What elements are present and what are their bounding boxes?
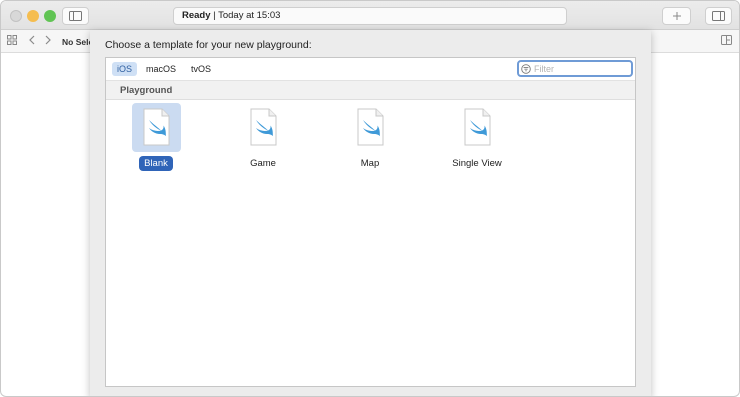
editor-options-icon[interactable] <box>721 35 732 45</box>
template-label: Blank <box>139 156 173 171</box>
template-single-view[interactable]: Single View <box>437 103 517 178</box>
sheet-title: Choose a template for your new playgroun… <box>105 39 312 51</box>
title-bar: Ready | Today at 15:03 <box>1 1 739 30</box>
swift-file-icon <box>464 108 491 146</box>
filter-field[interactable] <box>517 60 633 77</box>
back-icon[interactable] <box>28 35 35 45</box>
library-button[interactable] <box>662 7 691 25</box>
minimize-window-button[interactable] <box>27 10 39 22</box>
inspector-toggle-icon <box>712 11 725 21</box>
template-label: Single View <box>452 158 502 169</box>
activity-time: Today at 15:03 <box>218 10 281 21</box>
close-window-button[interactable] <box>10 10 22 22</box>
template-blank[interactable]: Blank <box>116 103 196 178</box>
swift-file-icon <box>250 108 277 146</box>
tab-tvos[interactable]: tvOS <box>186 62 216 76</box>
forward-icon[interactable] <box>45 35 52 45</box>
xcode-window: Ready | Today at 15:03 No Sele Choose a … <box>0 0 740 397</box>
sidebar-toggle-icon <box>69 11 82 21</box>
grid-icon[interactable] <box>7 35 17 45</box>
platform-tabs: iOS macOS tvOS <box>106 58 635 81</box>
template-game[interactable]: Game <box>223 103 303 178</box>
filter-input[interactable] <box>534 62 626 75</box>
activity-status: Ready <box>182 10 211 21</box>
swift-file-icon <box>357 108 384 146</box>
section-header-playground: Playground <box>106 81 635 100</box>
template-chooser-sheet: Choose a template for your new playgroun… <box>90 30 651 396</box>
template-map[interactable]: Map <box>330 103 410 178</box>
activity-view: Ready | Today at 15:03 <box>173 7 567 25</box>
zoom-window-button[interactable] <box>44 10 56 22</box>
no-selection-label: No Sele <box>62 37 94 47</box>
tab-macos[interactable]: macOS <box>141 62 181 76</box>
filter-icon <box>521 63 531 74</box>
inspector-toggle-button[interactable] <box>705 7 732 25</box>
swift-file-icon <box>143 108 170 146</box>
activity-separator: | <box>213 10 216 21</box>
tab-ios[interactable]: iOS <box>112 62 138 76</box>
navigator-toggle-button[interactable] <box>62 7 89 25</box>
template-label: Game <box>250 158 276 169</box>
add-icon <box>672 12 681 20</box>
template-panel: iOS macOS tvOS Playground Blank <box>105 57 636 387</box>
template-label: Map <box>360 158 380 169</box>
